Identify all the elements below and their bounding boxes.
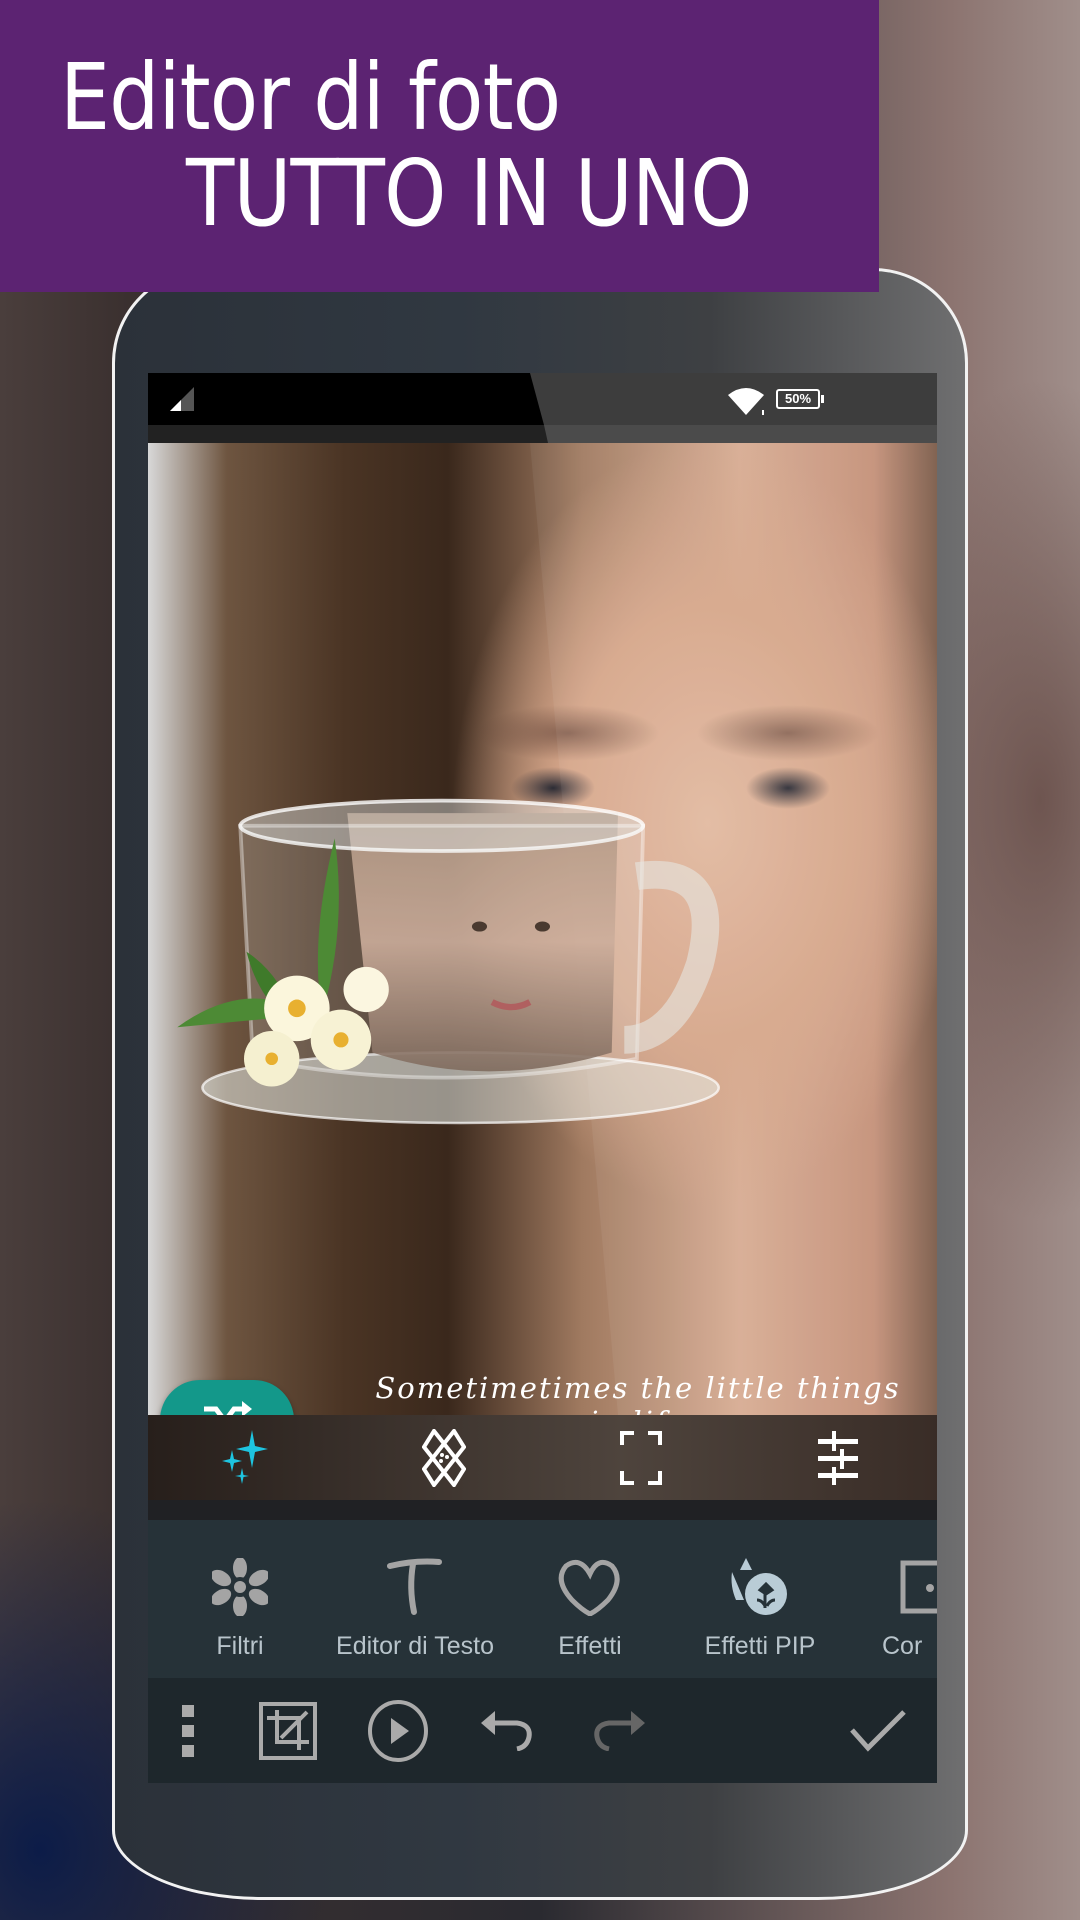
- shuffle-button[interactable]: [160, 1380, 294, 1415]
- redo-icon: [594, 1710, 645, 1751]
- tool-filtri[interactable]: Filtri: [170, 1520, 310, 1678]
- crop-icon: [259, 1701, 317, 1760]
- tool-label: Editor di Testo: [336, 1632, 494, 1660]
- sparkle-button[interactable]: [148, 1415, 345, 1500]
- text-icon: [387, 1558, 442, 1615]
- teacup-frame-sticker[interactable]: [168, 788, 728, 1128]
- adjust-button[interactable]: [740, 1415, 937, 1500]
- tool-effetti[interactable]: Effetti: [520, 1520, 660, 1678]
- bandage-icon: [421, 1428, 466, 1487]
- tools-carousel[interactable]: Filtri Editor di Testo Effetti Effetti P…: [148, 1520, 937, 1678]
- redo-button[interactable]: [578, 1678, 658, 1783]
- quick-action-bar: [148, 1415, 937, 1500]
- bottom-toolbar: [148, 1678, 937, 1783]
- shuffle-icon: [204, 1401, 252, 1415]
- heart-icon: [558, 1559, 620, 1616]
- tool-label: Effetti PIP: [704, 1632, 816, 1660]
- tool-effetti-pip[interactable]: Effetti PIP: [660, 1520, 860, 1678]
- play-icon: [368, 1699, 428, 1762]
- promo-banner: Editor di foto TUTTO IN UNO: [0, 0, 879, 292]
- wifi-icon: [728, 388, 764, 415]
- play-button[interactable]: [358, 1678, 438, 1783]
- apply-button[interactable]: [838, 1678, 918, 1783]
- banner-title-line1: Editor di foto: [60, 44, 561, 151]
- tool-label: Effetti: [558, 1632, 622, 1660]
- tool-label: Filtri: [216, 1632, 264, 1660]
- frame-icon: [900, 1560, 937, 1614]
- pip-effects-icon: [731, 1558, 787, 1615]
- fullscreen-icon: [620, 1430, 663, 1485]
- sparkle-icon: [221, 1429, 268, 1484]
- sliders-icon: [818, 1430, 859, 1485]
- heal-button[interactable]: [345, 1415, 542, 1500]
- check-icon: [850, 1709, 906, 1752]
- overlay-script-text[interactable]: Sometimetimes the little things in life: [368, 1371, 908, 1415]
- tool-cornici[interactable]: Cor: [860, 1520, 937, 1678]
- tool-label: Cor: [882, 1632, 923, 1660]
- crop-button[interactable]: [248, 1678, 328, 1783]
- photo-canvas[interactable]: Sometimetimes the little things in life …: [148, 443, 937, 1415]
- phone-screen: 50% Sometimetimes the little things Filt…: [148, 373, 937, 1783]
- battery-percent: 50%: [784, 391, 812, 406]
- battery-indicator: 50%: [776, 389, 824, 409]
- status-bar: 50%: [148, 373, 937, 425]
- more-options-button[interactable]: [158, 1678, 218, 1783]
- cell-signal-icon: [170, 387, 194, 411]
- undo-icon: [481, 1710, 532, 1751]
- banner-title-line2: TUTTO IN UNO: [186, 140, 753, 247]
- more-vertical-icon: [182, 1704, 194, 1757]
- flower-icon: [212, 1558, 268, 1616]
- fullscreen-button[interactable]: [543, 1415, 740, 1500]
- undo-button[interactable]: [468, 1678, 548, 1783]
- tool-editor-di-testo[interactable]: Editor di Testo: [310, 1520, 520, 1678]
